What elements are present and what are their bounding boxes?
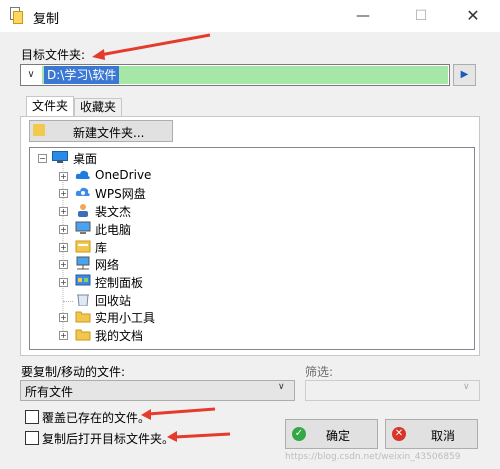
arrow-to-overwrite (141, 407, 216, 420)
arrow-to-open-after (167, 431, 231, 442)
annotation-arrows (92, 33, 231, 442)
arrow-to-target-label (92, 33, 211, 60)
